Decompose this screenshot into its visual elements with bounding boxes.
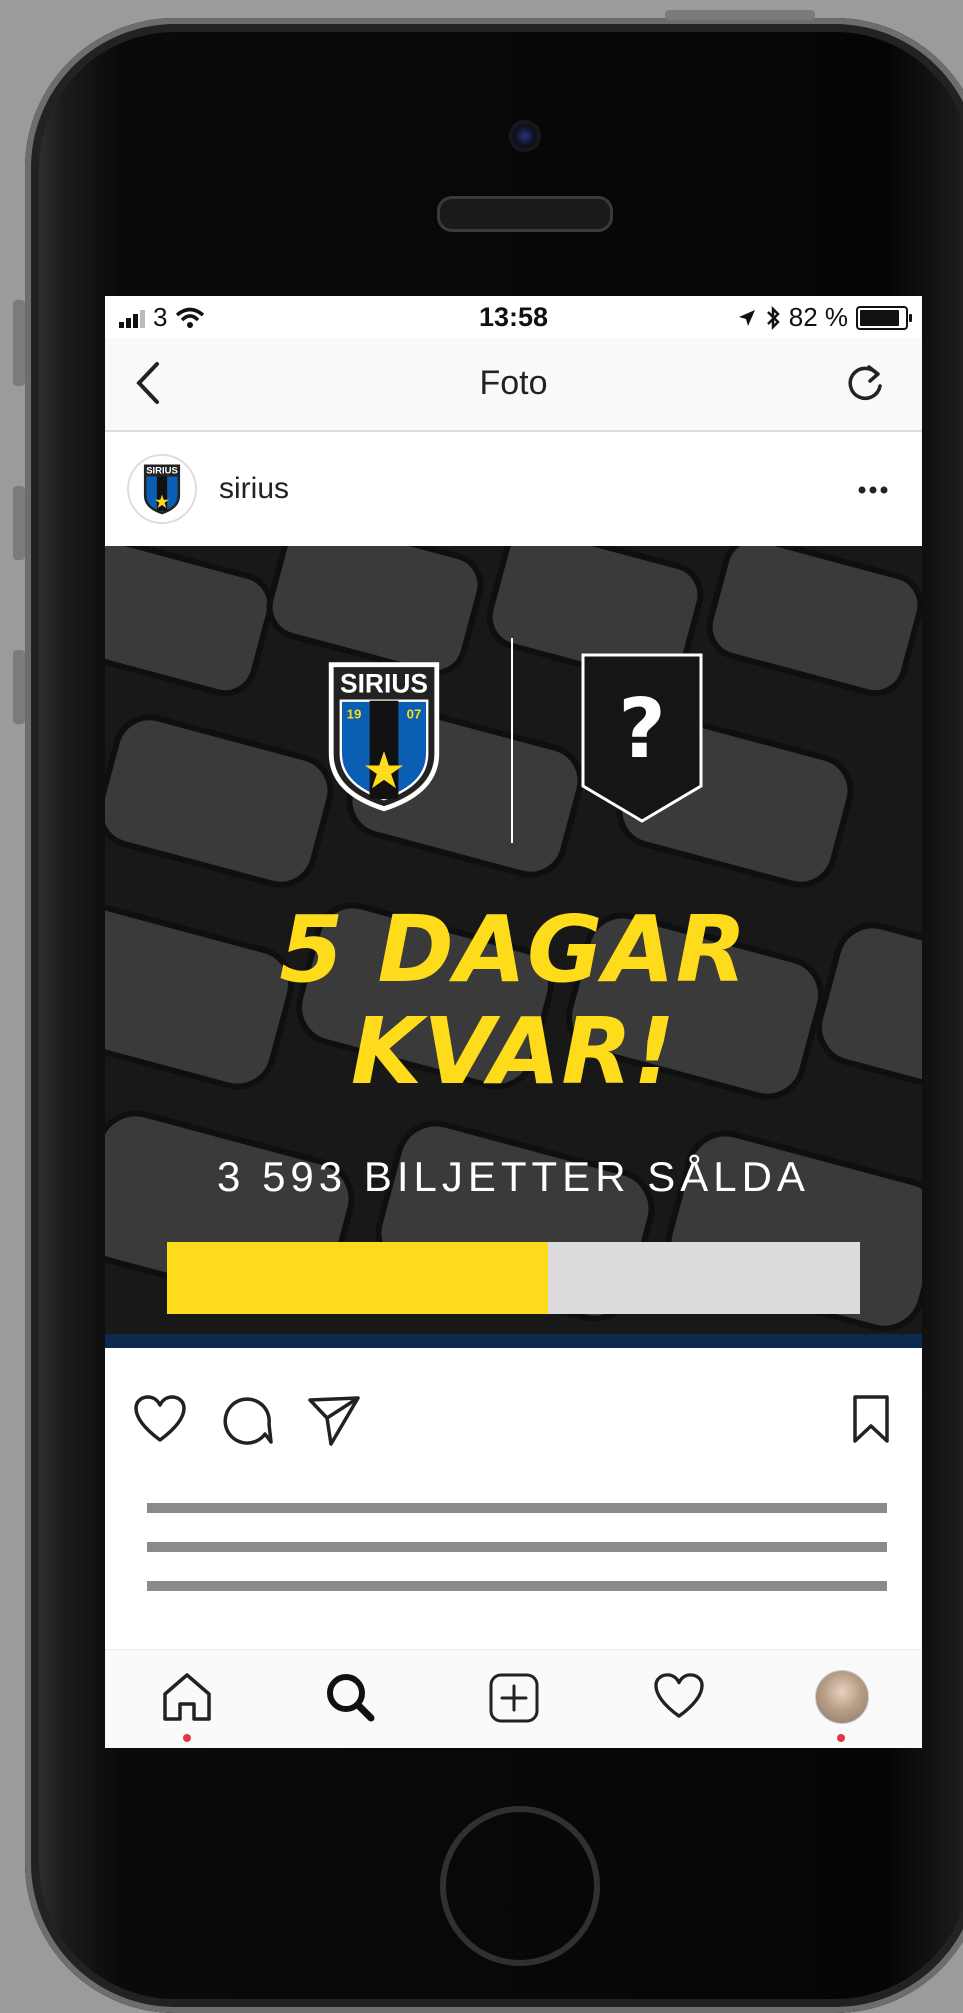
battery-percent: 82 % [788, 302, 848, 332]
location-arrow-icon [738, 309, 755, 326]
post-header: SIRIUS sirius [105, 432, 922, 548]
add-post-icon[interactable] [488, 1672, 540, 1724]
navigation-bar: Foto [105, 338, 922, 432]
heart-icon[interactable] [133, 1394, 187, 1444]
caption-placeholder [147, 1503, 887, 1620]
refresh-icon[interactable] [844, 362, 886, 404]
opponent-badge-placeholder: ? [581, 653, 703, 823]
caption-line [147, 1542, 887, 1552]
caption-line [147, 1503, 887, 1513]
post-username[interactable]: sirius [219, 472, 289, 506]
share-icon[interactable] [307, 1394, 361, 1446]
volume-up-button [13, 486, 25, 560]
battery-icon [856, 305, 912, 330]
bluetooth-icon [766, 305, 780, 330]
home-notification-dot [183, 1734, 191, 1742]
search-icon[interactable] [325, 1672, 375, 1722]
bookmark-icon[interactable] [851, 1394, 891, 1444]
account-avatar[interactable]: SIRIUS [127, 454, 197, 524]
instagram-screen: 3 13:58 82 % Foto SIRIUS sirius SIRIUS 1… [105, 296, 922, 1748]
club-crest-icon: SIRIUS [142, 462, 182, 517]
headline-line-2: KVAR! [350, 998, 677, 1105]
crest-year-right: 07 [407, 707, 422, 722]
crest-name: SIRIUS [340, 668, 428, 698]
volume-down-button [13, 650, 25, 724]
post-actions [105, 1366, 922, 1466]
tickets-sold-text: 3 593 BILJETTER SÅLDA [217, 1153, 810, 1200]
home-button[interactable] [440, 1806, 600, 1966]
home-icon[interactable] [161, 1672, 213, 1722]
sirius-crest: SIRIUS 19 07 [328, 662, 440, 812]
post-image[interactable]: SIRIUS 19 07 ? 5 DAGAR KVAR! 3 593 BILJE… [105, 546, 922, 1348]
tickets-progress-bar [167, 1242, 860, 1314]
crest-wordmark: SIRIUS [146, 465, 178, 476]
page-title: Foto [479, 364, 548, 402]
activity-heart-icon[interactable] [653, 1672, 705, 1720]
image-bottom-strip [105, 1334, 922, 1348]
profile-notification-dot [837, 1734, 845, 1742]
crest-year-left: 19 [347, 707, 362, 722]
badge-question-mark: ? [618, 682, 666, 777]
versus-divider [511, 638, 513, 843]
headline-line-1: 5 DAGAR [279, 896, 748, 1003]
silent-switch [13, 300, 25, 386]
earpiece-speaker [437, 196, 613, 232]
caption-line [147, 1581, 887, 1591]
tickets-progress-fill [167, 1242, 549, 1314]
comment-icon[interactable] [221, 1394, 273, 1446]
status-bar: 3 13:58 82 % [105, 296, 922, 338]
profile-avatar[interactable] [815, 1670, 869, 1724]
more-options-icon[interactable] [858, 486, 888, 494]
power-button [665, 10, 815, 20]
bottom-tab-bar [105, 1649, 922, 1748]
front-camera [509, 120, 541, 152]
